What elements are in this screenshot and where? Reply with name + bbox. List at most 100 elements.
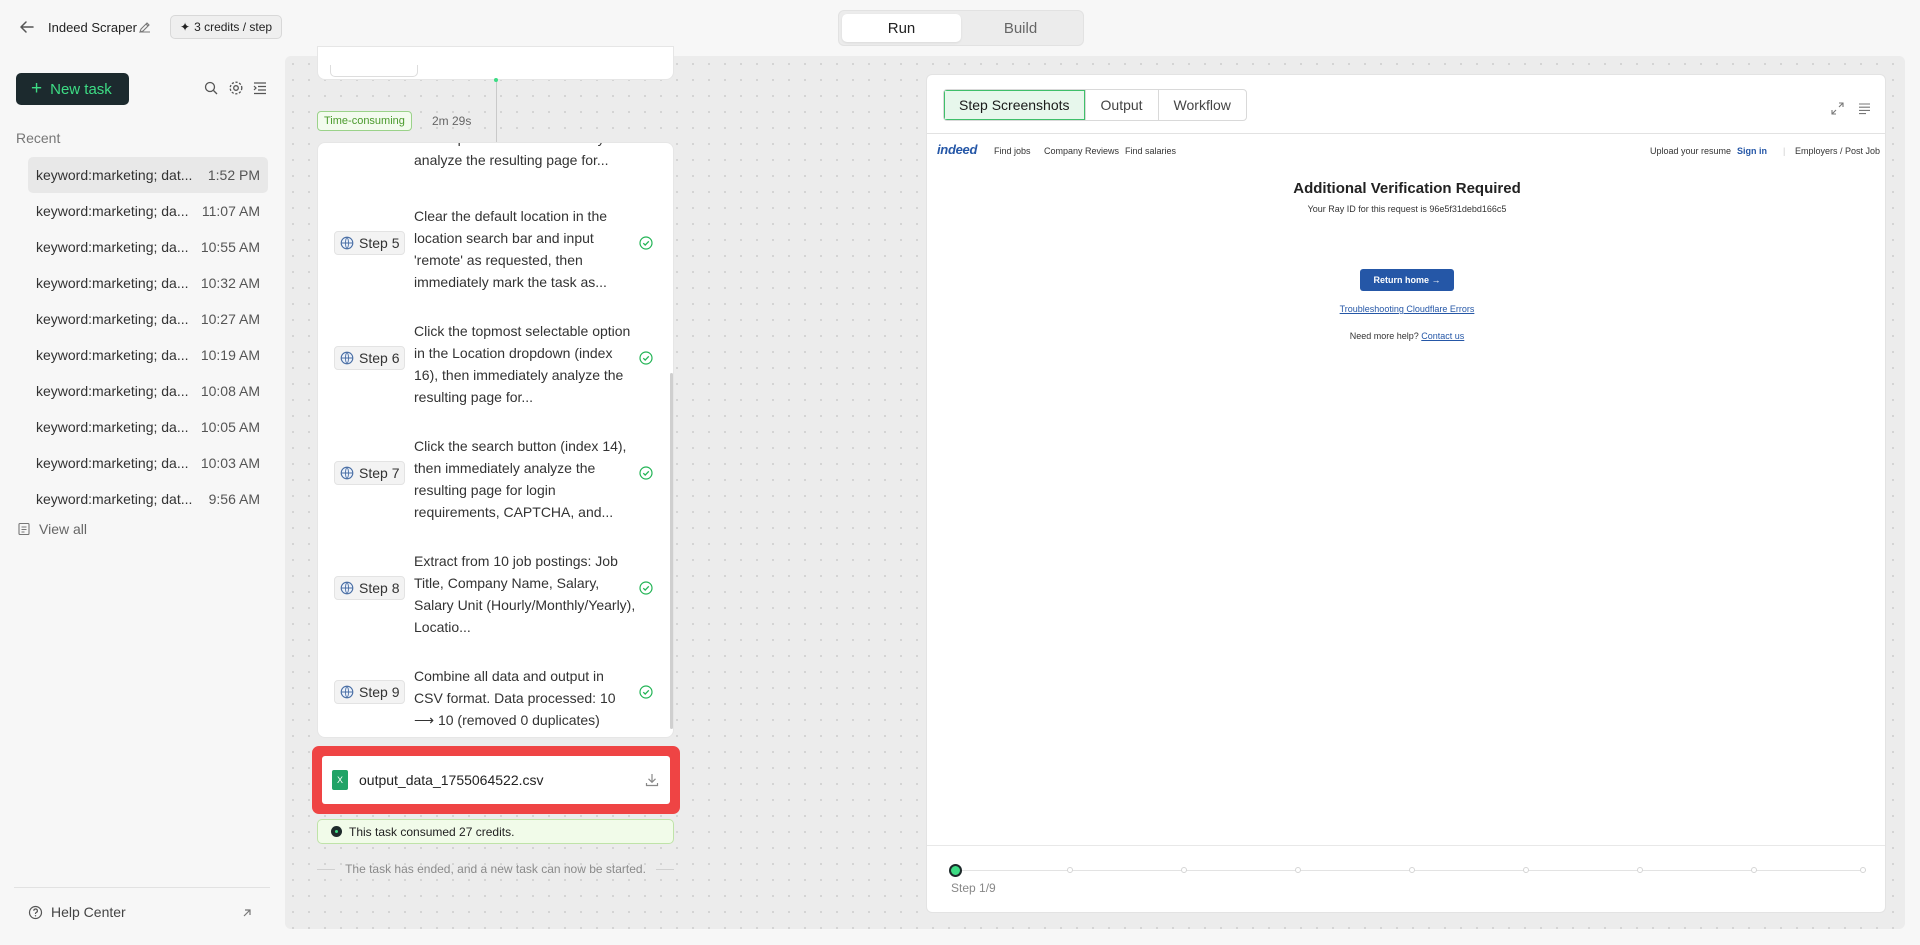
recent-task-name: keyword:marketing; da... [36,383,189,399]
recent-task-name: keyword:marketing; da... [36,419,189,435]
duration-text: 2m 29s [432,114,472,128]
recent-task-name: keyword:marketing; dat... [36,167,193,183]
recent-task-item[interactable]: keyword:marketing; da... 10:32 AM [28,265,268,301]
run-mode-button[interactable]: Run [842,14,961,42]
list-icon [18,522,30,536]
timeline-step-dot[interactable] [1860,867,1866,873]
time-consuming-badge: Time-consuming [317,111,412,131]
recent-task-item[interactable]: keyword:marketing; da... 10:08 AM [28,373,268,409]
help-center-link[interactable]: Help Center [28,904,126,920]
recent-task-name: keyword:marketing; da... [36,347,189,363]
gear-icon[interactable] [228,80,244,96]
output-file-card[interactable]: X output_data_1755064522.csv [322,756,670,804]
timeline-current-step[interactable] [949,864,962,877]
back-arrow-icon[interactable] [18,18,36,36]
help-circle-icon [28,905,43,919]
recent-task-list: keyword:marketing; dat... 1:52 PM keyword… [28,157,268,517]
mode-toggle: Run Build [838,10,1084,46]
recent-task-time: 10:03 AM [200,455,260,471]
recent-task-time: 9:56 AM [208,491,260,507]
contact-us-link: Contact us [1421,331,1465,341]
step-badge: Step 8 [334,576,406,600]
recent-task-item[interactable]: keyword:marketing; da... 10:27 AM [28,301,268,337]
task-ended-text: The task has ended, and a new task can n… [345,862,646,876]
check-circle-icon [639,236,653,250]
external-link-icon[interactable] [240,906,254,920]
nav-company-reviews: Company Reviews [1044,146,1120,156]
recent-task-name: keyword:marketing; dat... [36,491,193,507]
sidebar-divider [14,887,270,888]
menu-lines-icon[interactable] [1857,101,1872,116]
step-description: Click the topmost selectable option in t… [414,323,631,405]
recent-task-item[interactable]: keyword:marketing; da... 10:55 AM [28,229,268,265]
steps-card: the dropdown and immediately analyze the… [317,142,674,738]
timeline-step-dot[interactable] [1751,867,1757,873]
recent-task-item[interactable]: keyword:marketing; da... 10:19 AM [28,337,268,373]
build-mode-button[interactable]: Build [961,14,1080,42]
help-center-label: Help Center [51,904,126,920]
timeline-step-dot[interactable] [1637,867,1643,873]
search-icon[interactable] [203,80,219,96]
step-badge: Step 7 [334,461,406,485]
nav-separator: | [1783,146,1786,156]
tab-output[interactable]: Output [1084,90,1158,120]
recent-task-time: 10:08 AM [200,383,260,399]
step-description: Extract from 10 job postings: Job Title,… [414,553,636,635]
nav-find-jobs: Find jobs [994,146,1031,156]
timeline-step-dot[interactable] [1067,867,1073,873]
globe-icon [340,685,354,699]
top-bar: Indeed Scraper ✦ 3 credits / step Run Bu… [0,0,1920,55]
recent-task-item[interactable]: keyword:marketing; dat... 1:52 PM [28,157,268,193]
sidebar: + New task Recent keyword:marketing; dat… [0,55,283,945]
collapse-sidebar-icon[interactable] [252,80,268,96]
tab-workflow[interactable]: Workflow [1157,90,1246,120]
verification-title: Additional Verification Required [1293,180,1521,197]
download-icon[interactable] [644,772,660,788]
recent-task-name: keyword:marketing; da... [36,239,189,255]
step-description: Click the search button (index 14), then… [414,438,627,520]
recent-task-item[interactable]: keyword:marketing; da... 10:05 AM [28,409,268,445]
globe-icon [340,236,354,250]
recent-task-item[interactable]: keyword:marketing; da... 10:03 AM [28,445,268,481]
check-circle-icon [639,685,653,699]
recent-task-name: keyword:marketing; da... [36,455,189,471]
troubleshooting-link: Troubleshooting Cloudflare Errors [1339,304,1475,314]
timeline-step-dot[interactable] [1409,867,1415,873]
tab-step-screenshots[interactable]: Step Screenshots [944,90,1085,120]
connector-dot [494,78,498,82]
check-circle-icon [639,351,653,365]
steps-scrollbar[interactable] [670,373,673,729]
need-help-label: Need more help? [1349,331,1419,341]
app-title: Indeed Scraper [48,20,137,35]
step-label: Step 5 [359,235,400,251]
edit-pencil-icon[interactable] [138,20,152,34]
nav-find-salaries: Find salaries [1125,146,1177,156]
globe-icon [340,581,354,595]
indeed-navbar: indeed Find jobs Company Reviews Find sa… [937,142,1880,160]
recent-task-item[interactable]: keyword:marketing; dat... 9:56 AM [28,481,268,517]
view-all-link[interactable]: View all [17,521,87,537]
new-task-button[interactable]: + New task [16,73,129,105]
timeline-step-dot[interactable] [1181,867,1187,873]
return-home-button: Return home → [1360,269,1454,291]
timeline-step-dot[interactable] [1523,867,1529,873]
expand-icon[interactable] [1830,101,1845,116]
divider-line [655,868,675,870]
plus-icon: + [31,77,43,99]
step-label: Step 9 [359,684,400,700]
credits-per-step-text: 3 credits / step [194,20,273,34]
credits-consumed-banner: This task consumed 27 credits. [317,819,674,844]
view-all-label: View all [39,521,87,537]
step-label: Step 8 [359,580,400,596]
timeline-step-label: Step 1/9 [951,881,996,895]
recent-task-name: keyword:marketing; da... [36,203,189,219]
divider-line [317,868,336,870]
recent-task-time: 10:32 AM [200,275,260,291]
recent-task-time: 10:19 AM [200,347,260,363]
step-badge: Step 6 [334,346,406,370]
recent-task-name: keyword:marketing; da... [36,275,189,291]
timeline-step-dot[interactable] [1295,867,1301,873]
recent-task-item[interactable]: keyword:marketing; da... 11:07 AM [28,193,268,229]
recent-heading: Recent [16,130,61,146]
output-file-name: output_data_1755064522.csv [359,772,544,788]
